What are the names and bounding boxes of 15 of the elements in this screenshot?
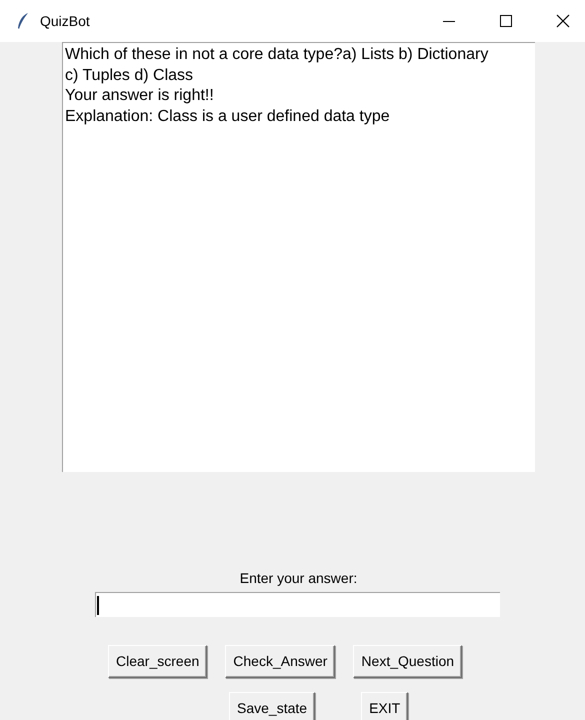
output-text-area[interactable]: Which of these in not a core data type?a) Lists b) Dictionary c) Tuples d) Class Your answer is right!! Explanation: Class is a user defined data type xyxy=(62,42,535,472)
action-button[interactable]: EXIT xyxy=(361,692,408,720)
action-button[interactable]: Save_state xyxy=(229,692,316,720)
answer-label: Enter your answer: xyxy=(240,570,358,588)
feather-icon xyxy=(16,12,30,30)
action-button[interactable]: Next_Question xyxy=(353,645,462,678)
window-title: QuizBot xyxy=(40,13,91,29)
text-cursor xyxy=(97,596,99,614)
answer-field[interactable] xyxy=(95,592,500,617)
action-button[interactable]: Check_Answer xyxy=(225,645,336,678)
output-line: Explanation: Class is a user defined data type xyxy=(65,106,391,126)
output-line: c) Tuples d) Class xyxy=(65,66,194,86)
output-line: Which of these in not a core data type?a) Lists b) Dictionary xyxy=(65,45,490,65)
action-button[interactable]: Clear_screen xyxy=(108,645,208,678)
output-line: Your answer is right!! xyxy=(65,86,215,106)
